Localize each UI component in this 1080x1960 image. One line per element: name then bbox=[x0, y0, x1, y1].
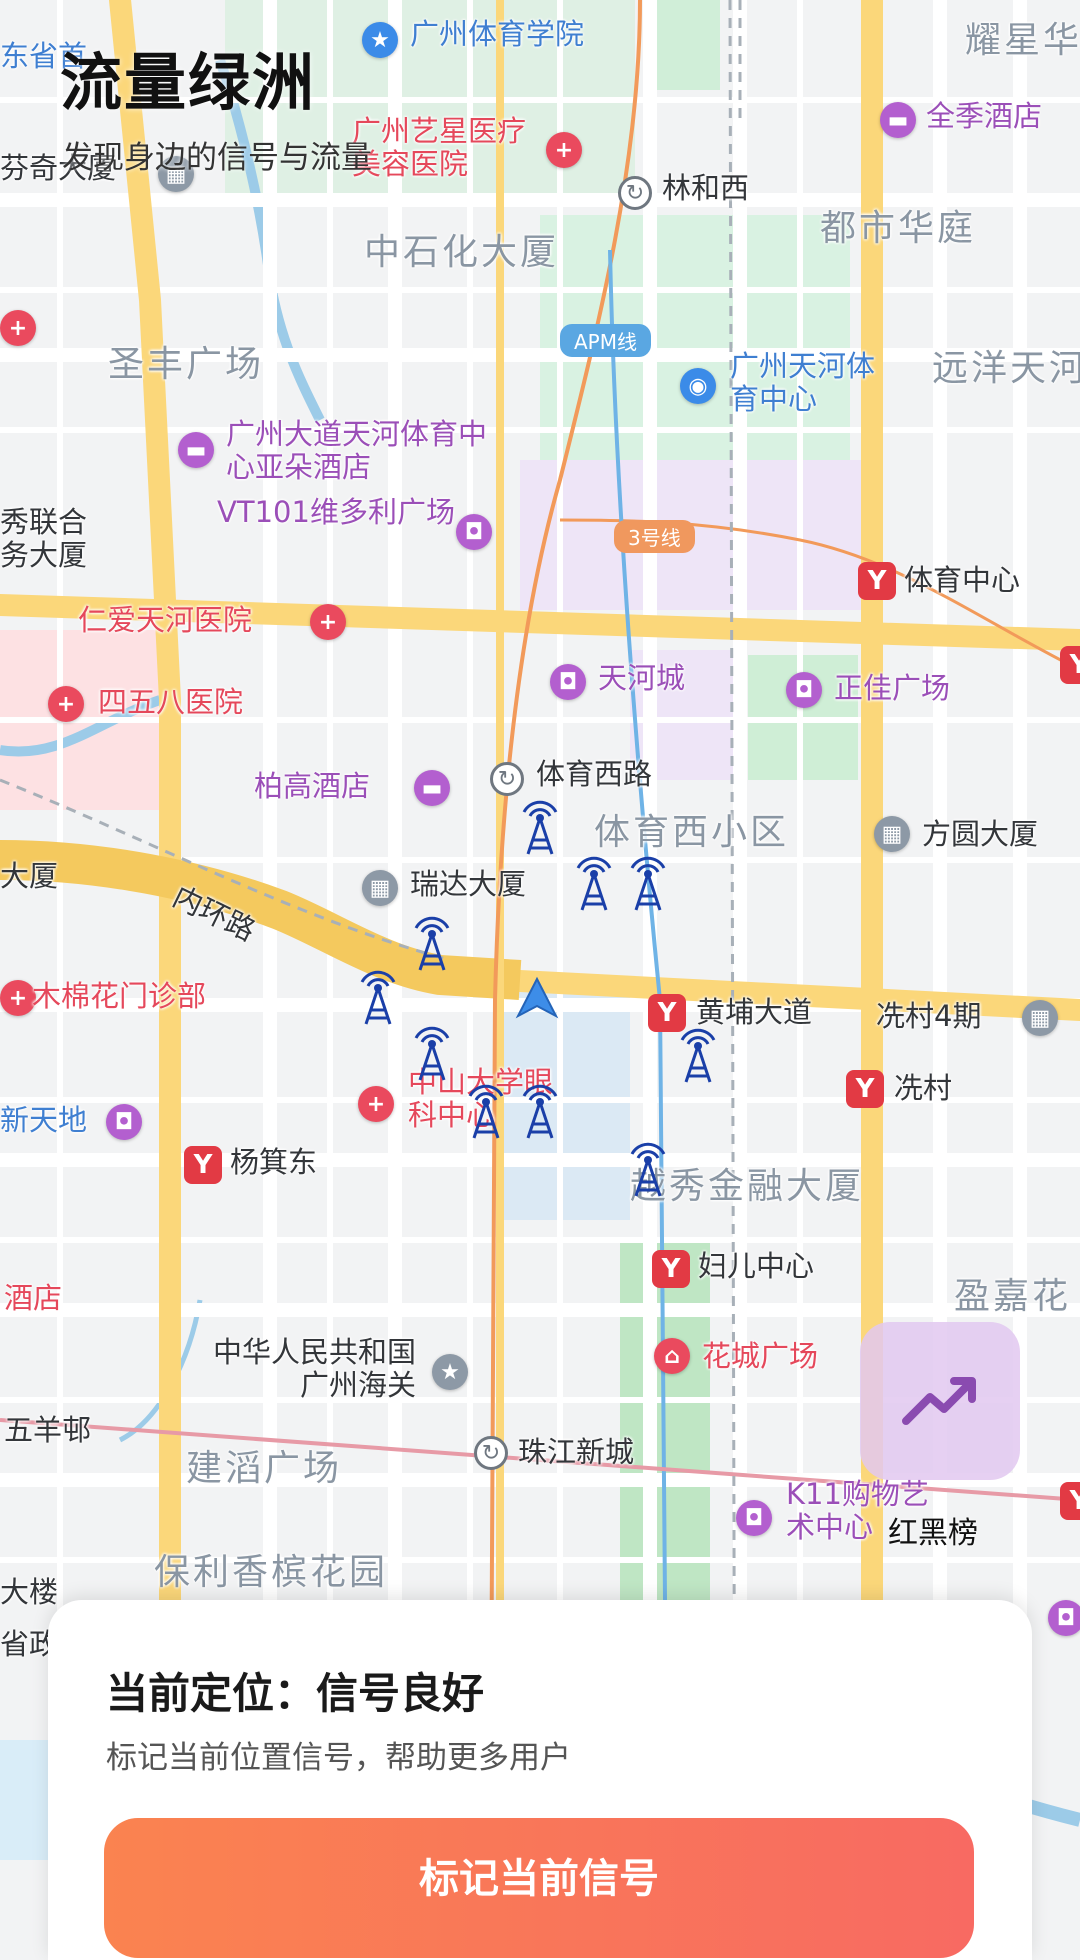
metro-station-icon[interactable]: Y bbox=[652, 1250, 690, 1288]
hospital-pin-icon[interactable]: + bbox=[0, 980, 36, 1016]
poi-xiancun[interactable]: 冼村 bbox=[894, 1071, 952, 1105]
app-subtitle: 发现身边的信号与流量 bbox=[62, 140, 372, 176]
poi-baoli: 保利香槟花园 bbox=[154, 1552, 389, 1593]
poi-yingjia: 盈嘉花 bbox=[954, 1276, 1072, 1317]
sports-institute-pin-icon[interactable]: ★ bbox=[362, 22, 398, 58]
signal-tower-icon[interactable] bbox=[566, 852, 622, 912]
poi-ruida[interactable]: 瑞达大厦 bbox=[410, 867, 526, 901]
poi-fangyuan[interactable]: 方圆大厦 bbox=[922, 817, 1038, 851]
shopping-pin-icon[interactable]: ◘ bbox=[1048, 1600, 1080, 1636]
signal-tower-icon[interactable] bbox=[404, 912, 460, 972]
metro-station-icon[interactable]: Y bbox=[184, 1146, 222, 1184]
hospital-pin-icon[interactable]: + bbox=[48, 686, 84, 722]
building-pin-icon[interactable]: ▦ bbox=[362, 870, 398, 906]
metro-station-icon[interactable]: Y bbox=[1060, 646, 1080, 684]
poi-mumianhua[interactable]: 木棉花门诊部 bbox=[32, 979, 206, 1013]
poi-lianhe: 秀联合务大厦 bbox=[0, 505, 88, 573]
poi-jiudian: 酒店 bbox=[4, 1281, 63, 1315]
transfer-station-icon[interactable]: ↻ bbox=[618, 176, 652, 210]
shopping-pin-icon[interactable]: ◘ bbox=[106, 1104, 142, 1140]
poi-xintiandi: 新天地 bbox=[0, 1103, 88, 1137]
poi-tianhecheng[interactable]: 天河城 bbox=[598, 661, 685, 695]
signal-tower-icon[interactable] bbox=[670, 1024, 726, 1084]
poi-huacheng[interactable]: 花城广场 bbox=[702, 1339, 818, 1373]
metro-station-icon[interactable]: Y bbox=[1060, 1482, 1080, 1520]
hotel-pin-icon[interactable]: ▬ bbox=[414, 770, 450, 806]
poi-customs[interactable]: 中华人民共和国广州海关 bbox=[196, 1335, 416, 1403]
poi-quanji-hotel[interactable]: 全季酒店 bbox=[926, 99, 1042, 133]
poi-tiyuxilu[interactable]: 体育西路 bbox=[536, 757, 652, 791]
transfer-station-icon[interactable]: ↻ bbox=[474, 1436, 508, 1470]
mark-signal-button[interactable]: 标记当前信号 bbox=[104, 1818, 974, 1958]
poi-fuer[interactable]: 妇儿中心 bbox=[698, 1249, 814, 1283]
metro-station-icon[interactable]: Y bbox=[858, 562, 896, 600]
app-title: 流量绿洲 bbox=[60, 46, 317, 119]
poi-yixing-hospital[interactable]: 广州艺星医疗美容医院 bbox=[352, 114, 542, 182]
hospital-pin-icon[interactable]: + bbox=[0, 310, 36, 346]
shopping-pin-icon[interactable]: ◘ bbox=[736, 1500, 772, 1536]
current-location-icon bbox=[515, 976, 559, 1019]
hospital-pin-icon[interactable]: + bbox=[310, 604, 346, 640]
poi-tiyuxi-xiaoqu: 体育西小区 bbox=[594, 812, 790, 853]
signal-tower-icon[interactable] bbox=[512, 796, 568, 856]
trending-up-icon bbox=[902, 1377, 976, 1425]
poi-yangjidong[interactable]: 杨箕东 bbox=[230, 1145, 317, 1179]
apm-line-badge: APM线 bbox=[560, 324, 651, 357]
signal-tower-icon[interactable] bbox=[620, 852, 676, 912]
transfer-station-icon[interactable]: ↻ bbox=[490, 762, 524, 796]
poi-458-hospital[interactable]: 四五八医院 bbox=[98, 685, 243, 719]
poi-zhongshihua: 中石化大厦 bbox=[364, 232, 560, 273]
poi-dushi-huating: 都市华庭 bbox=[820, 208, 977, 249]
metro-station-icon[interactable]: Y bbox=[846, 1070, 884, 1108]
ranking-button[interactable] bbox=[860, 1322, 1020, 1480]
poi-jiandao: 建滔广场 bbox=[186, 1448, 343, 1489]
signal-status-title: 当前定位：信号良好 bbox=[106, 1669, 485, 1718]
landmark-pin-icon[interactable]: ⌂ bbox=[654, 1338, 690, 1374]
hospital-pin-icon[interactable]: + bbox=[546, 132, 582, 168]
hotel-pin-icon[interactable]: ▬ bbox=[880, 102, 916, 138]
signal-tower-icon[interactable] bbox=[620, 1138, 676, 1198]
poi-zhujiang[interactable]: 珠江新城 bbox=[518, 1435, 634, 1469]
line3-badge: 3号线 bbox=[614, 520, 695, 553]
poi-baigao-hotel[interactable]: 柏高酒店 bbox=[254, 769, 370, 803]
building-pin-icon[interactable]: ▦ bbox=[874, 816, 910, 852]
building-pin-icon[interactable]: ▦ bbox=[1022, 1000, 1058, 1036]
signal-tower-icon[interactable] bbox=[458, 1080, 514, 1140]
poi-xiancun4[interactable]: 冼村4期 bbox=[876, 999, 981, 1033]
poi-tianhe-sports-center[interactable]: 广州天河体育中心 bbox=[730, 349, 880, 417]
signal-status-card: 当前定位：信号良好 标记当前位置信号，帮助更多用户 标记当前信号 bbox=[48, 1600, 1032, 1960]
poi-linhexi[interactable]: 林和西 bbox=[662, 171, 749, 205]
poi-renai-hospital[interactable]: 仁爱天河医院 bbox=[78, 603, 252, 637]
signal-tower-icon[interactable] bbox=[350, 966, 406, 1026]
poi-yaoxing: 耀星华 bbox=[965, 20, 1080, 61]
poi-zhengjia[interactable]: 正佳广场 bbox=[834, 671, 950, 705]
shopping-pin-icon[interactable]: ◘ bbox=[456, 514, 492, 550]
signal-tower-icon[interactable] bbox=[512, 1080, 568, 1140]
poi-yuanyang: 远洋天河 bbox=[932, 348, 1080, 389]
poi-wuyangcun[interactable]: 五羊邨 bbox=[4, 1413, 91, 1447]
poi-tiyu-zhongxin[interactable]: 体育中心 bbox=[904, 563, 1020, 597]
poi-yaduo-hotel[interactable]: 广州大道天河体育中心亚朵酒店 bbox=[226, 417, 496, 485]
stadium-pin-icon[interactable]: ◉ bbox=[680, 368, 716, 404]
shopping-pin-icon[interactable]: ◘ bbox=[550, 664, 586, 700]
hospital-pin-icon[interactable]: + bbox=[358, 1086, 394, 1122]
signal-status-description: 标记当前位置信号，帮助更多用户 bbox=[106, 1740, 571, 1776]
poi-guangzhou-sports-institute[interactable]: 广州体育学院 bbox=[410, 17, 584, 51]
poi-vt101[interactable]: VT101维多利广场 bbox=[216, 495, 456, 529]
poi-shengfeng: 圣丰广场 bbox=[108, 344, 265, 385]
ranking-label[interactable]: 红黑榜 bbox=[888, 1508, 978, 1552]
shopping-pin-icon[interactable]: ◘ bbox=[786, 672, 822, 708]
hotel-pin-icon[interactable]: ▬ bbox=[178, 432, 214, 468]
landmark-pin-icon[interactable]: ★ bbox=[432, 1354, 468, 1390]
signal-tower-icon[interactable] bbox=[404, 1022, 460, 1082]
poi-dalou: 大楼 bbox=[0, 1575, 59, 1609]
poi-dasha: 大厦 bbox=[0, 859, 59, 893]
